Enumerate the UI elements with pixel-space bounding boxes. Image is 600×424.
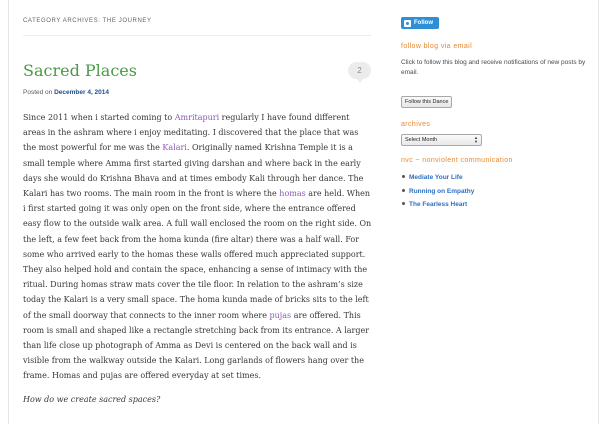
paragraph-text: are offered. This room is small and shap… [23,310,370,381]
nvc-link-item[interactable]: The Fearless Heart [401,198,474,212]
category-prefix: Category Archives: [23,18,101,24]
follow-this-dance-button[interactable]: Follow this Dance [401,96,453,108]
bullet-icon [402,202,405,206]
comments-count-badge[interactable]: 2 [348,62,371,83]
nvc-link-item[interactable]: Mediate Your Life [401,171,474,185]
select-arrows-icon: ▲ ▼ [474,135,478,144]
follow-email-description: Click to follow this blog and receive no… [401,59,586,76]
page: Category Archives: The Journey Sacred Pl… [8,0,599,424]
wordpress-follow-button[interactable]: Follow [401,17,439,29]
follow-email-widget-title: follow blog via email [401,43,473,50]
inline-link-amritapuri[interactable]: Amritapuri [175,113,219,122]
posted-on-label: Posted on [23,89,53,96]
bullet-icon [402,188,405,192]
post-meta: Posted on December 4, 2014 [23,89,109,96]
inline-link-kalari[interactable]: Kalari [162,143,186,152]
post-question: How do we create sacred spaces? [23,394,161,404]
category-archive-title: Category Archives: The Journey [23,18,373,24]
archives-select-value: Select Month [405,137,438,143]
wordpress-icon [404,19,411,27]
archives-widget-title: archives [401,121,431,128]
post-content: Since 2011 when i started coming to Amri… [23,110,373,415]
nvc-links-list: Mediate Your Life Running on Empathy The… [401,171,474,212]
nvc-link-item[interactable]: Running on Empathy [401,185,474,199]
nvc-widget-title: nvc ~ nonviolent communication [401,157,513,164]
category-term: The Journey [102,18,152,24]
paragraph-text: are held. When i first started going it … [23,189,372,320]
archives-select[interactable]: Select Month ▲ ▼ [401,134,482,146]
follow-button-label: Follow [414,20,433,26]
post-title[interactable]: Sacred Places [23,61,137,80]
post-date-link[interactable]: December 4, 2014 [54,89,109,96]
bullet-icon [402,175,405,179]
inline-link-homas[interactable]: homas [279,189,305,198]
paragraph-text: Since 2011 when i started coming to [23,113,175,122]
inline-link-pujas[interactable]: pujas [270,311,292,320]
post-paragraph: Since 2011 when i started coming to Amri… [23,110,373,384]
header-divider [23,35,371,36]
